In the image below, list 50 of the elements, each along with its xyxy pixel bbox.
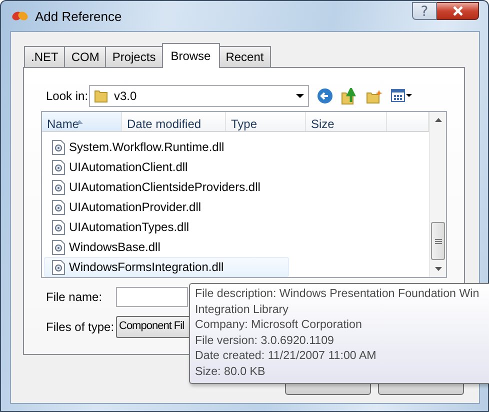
close-button[interactable] [437,2,479,20]
document-icon [52,180,65,194]
document-icon [52,140,65,154]
window-title: Add Reference [35,8,123,24]
file-list-item[interactable]: UIAutomationClientsideProviders.dll [44,177,289,197]
app-logo-icon [11,10,29,22]
file-list-item[interactable]: UIAutomationProvider.dll [44,197,289,217]
tooltip-line: File description: Windows Presentation Foundation Win [195,286,480,302]
tooltip-line: File version: 3.0.6920.1109 [195,332,335,348]
files-of-type-label: Files of type: [46,320,116,334]
look-in-dropdown[interactable]: v3.0 [89,85,309,107]
grip-icon [434,238,442,244]
folder-up-icon[interactable] [341,88,358,104]
tooltip-line: Integration Library [195,302,290,318]
file-list-item[interactable]: WindowsFormsIntegration.dll [44,257,289,277]
tooltip-line: Date created: 11/21/2007 11:00 AM [195,348,378,364]
scroll-thumb[interactable] [431,222,445,260]
column-header[interactable]: Type [226,112,306,131]
document-icon [52,160,65,174]
file-name-label: File name: [46,290,104,304]
scroll-up-icon[interactable] [434,118,442,122]
look-in-label: Look in: [46,89,89,103]
file-name-field[interactable] [116,287,188,307]
view-menu-icon[interactable] [391,89,413,103]
dropdown-arrow-icon [296,94,304,98]
tab[interactable]: COM [64,46,106,67]
new-folder-icon[interactable] [366,88,383,104]
folder-icon [94,89,108,103]
tooltip-line: Company: Microsoft Corporation [195,317,363,333]
scrollbar[interactable] [429,112,446,277]
scroll-down-icon[interactable] [434,267,442,271]
tab[interactable]: Projects [105,46,163,67]
file-list-item[interactable]: WindowsBase.dll [44,237,289,257]
document-icon [52,220,65,234]
help-button[interactable]: ? [412,2,437,20]
document-icon [52,260,65,274]
document-icon [52,240,65,254]
column-header[interactable]: Date modified [122,112,226,131]
column-header[interactable]: Name [42,112,122,131]
file-list-item[interactable]: UIAutomationClient.dll [44,157,289,177]
document-icon [52,200,65,214]
tab[interactable]: Recent [218,46,271,67]
tab[interactable]: .NET [24,46,66,67]
column-header[interactable]: Size [306,112,387,131]
close-icon [452,6,464,16]
file-list-item[interactable]: System.Workflow.Runtime.dll [44,137,289,157]
file-list-item[interactable]: UIAutomationTypes.dll [44,217,289,237]
tooltip-line: Size: 80.0 KB [195,364,266,380]
back-icon[interactable] [317,88,333,104]
tab[interactable]: Browse [162,43,220,68]
